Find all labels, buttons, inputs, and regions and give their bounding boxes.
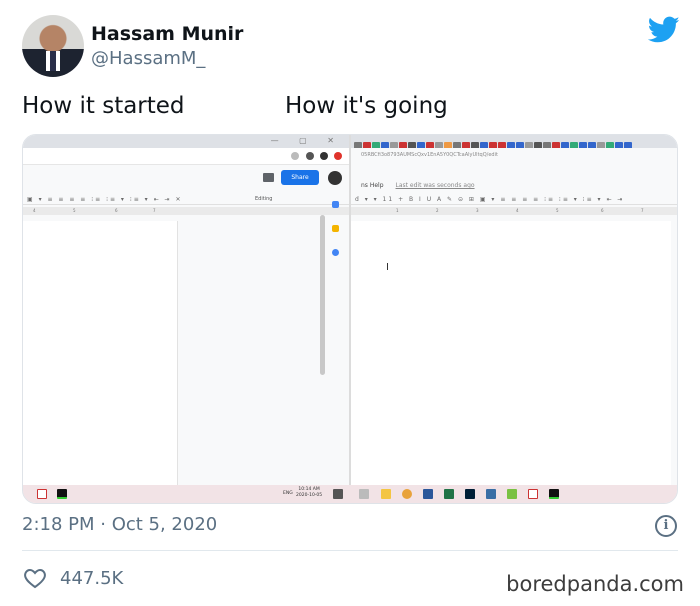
info-icon[interactable]: i bbox=[655, 515, 677, 537]
opera-icon bbox=[334, 152, 342, 160]
twitter-bird-icon bbox=[648, 16, 680, 43]
ruler: 4567 bbox=[23, 207, 349, 215]
star-icon bbox=[291, 152, 299, 160]
format-toolbar-icons-right: d ▾ ▾ 11 + B I U A ✎ ⊝ ⊞ ▣ ▾ ≡ ≡ ≡ ≡ ⁝≡ … bbox=[355, 196, 625, 203]
taskbar-clock: 10:14 AM 2020-10-05 bbox=[296, 487, 323, 498]
terminal-icon-2 bbox=[549, 489, 559, 499]
left-docs-window: — ▢ ✕ Share ▣ ▾ ≡ ≡ ≡ ≡ ⁝≡ ⁝≡ ▾ ⁝≡ ▾ ⇤ ⇥… bbox=[23, 135, 349, 487]
word-icon bbox=[423, 489, 433, 499]
comment-icon bbox=[263, 173, 274, 182]
caption-left: How it started bbox=[22, 93, 185, 119]
docs-toolbar: ▣ ▾ ≡ ≡ ≡ ≡ ⁝≡ ⁝≡ ▾ ⁝≡ ▾ ⇤ ⇥ ✕ Editing bbox=[23, 193, 349, 205]
photoshop-icon bbox=[465, 489, 475, 499]
docs-toolbar-right: d ▾ ▾ 11 + B I U A ✎ ⊝ ⊞ ▣ ▾ ≡ ≡ ≡ ≡ ⁝≡ … bbox=[351, 193, 677, 205]
right-docs-window: 05RBCfi3o8793AUMScQxv1EnA5Y0QCTcaAlyUltq… bbox=[349, 135, 677, 487]
extension-icon bbox=[306, 152, 314, 160]
author-handle[interactable]: @HassamM_ bbox=[91, 48, 205, 69]
ruler-right: 1234567 bbox=[351, 207, 677, 215]
caption-right: How it's going bbox=[285, 93, 448, 119]
url-bar: 05RBCfi3o8793AUMScQxv1EnA5Y0QCTcaAlyUltq… bbox=[361, 152, 498, 158]
explorer-icon bbox=[381, 489, 391, 499]
doc-page-right bbox=[351, 221, 671, 487]
author-avatar[interactable] bbox=[22, 15, 84, 77]
docs-menubar: ns Help Last edit was seconds ago bbox=[361, 182, 475, 189]
profile-icon bbox=[320, 152, 328, 160]
avatar-tie bbox=[46, 51, 60, 71]
input-language: ENG bbox=[283, 491, 293, 496]
text-cursor bbox=[387, 263, 388, 270]
like-count: 447.5K bbox=[60, 568, 124, 589]
watermark: boredpanda.com bbox=[506, 572, 684, 596]
tweet-timestamp[interactable]: 2:18 PM · Oct 5, 2020 bbox=[22, 514, 217, 535]
chrome-icon bbox=[402, 489, 412, 499]
window-controls: — ▢ ✕ bbox=[270, 136, 343, 145]
last-edit-label: Last edit was seconds ago bbox=[395, 182, 475, 189]
docs-avatar bbox=[328, 171, 342, 185]
author-name[interactable]: Hassam Munir bbox=[91, 23, 243, 45]
paint-icon bbox=[507, 489, 517, 499]
tweet-media-image[interactable]: — ▢ ✕ Share ▣ ▾ ≡ ≡ ≡ ≡ ⁝≡ ⁝≡ ▾ ⁝≡ ▾ ⇤ ⇥… bbox=[22, 134, 678, 504]
notification-icon bbox=[333, 489, 343, 499]
taskview-icon bbox=[359, 489, 369, 499]
doc-page bbox=[23, 221, 178, 487]
pdf-icon bbox=[37, 489, 47, 499]
browser-navbar bbox=[23, 148, 349, 165]
keep-icon bbox=[332, 225, 339, 232]
overflowing-tabs bbox=[351, 135, 677, 148]
share-button: Share bbox=[281, 170, 319, 185]
tasks-icon bbox=[332, 249, 339, 256]
terminal-icon bbox=[57, 489, 67, 499]
format-toolbar-icons: ▣ ▾ ≡ ≡ ≡ ≡ ⁝≡ ⁝≡ ▾ ⁝≡ ▾ ⇤ ⇥ ✕ bbox=[27, 196, 183, 203]
pdf-icon-2 bbox=[528, 489, 538, 499]
heart-icon[interactable] bbox=[22, 567, 48, 589]
calendar-icon bbox=[332, 201, 339, 208]
help-menu: ns Help bbox=[361, 182, 384, 189]
divider bbox=[22, 550, 678, 551]
settings-icon bbox=[486, 489, 496, 499]
windows-taskbar: ENG 10:14 AM 2020-10-05 bbox=[23, 485, 677, 503]
browser-titlebar: — ▢ ✕ bbox=[23, 135, 349, 148]
editing-mode: Editing bbox=[255, 196, 273, 202]
scrollbar bbox=[320, 215, 325, 375]
excel-icon bbox=[444, 489, 454, 499]
